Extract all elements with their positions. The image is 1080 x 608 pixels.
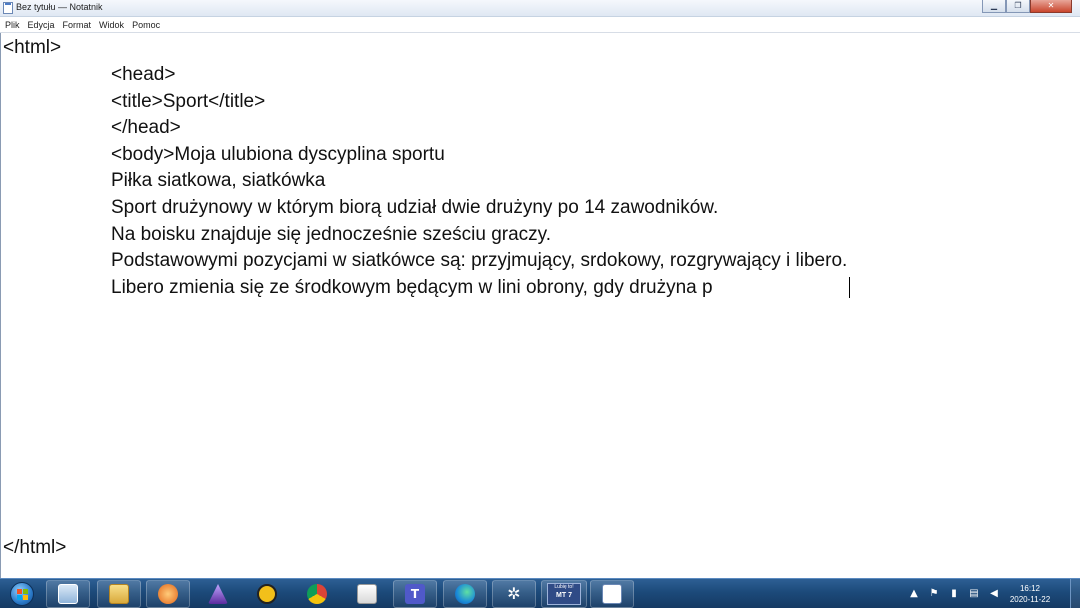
mt7-app-icon: Lubię to! MT 7 <box>547 583 581 605</box>
editor-line: Libero zmienia się ze środkowym będącym … <box>111 277 713 298</box>
system-tray: ▲ ⚑ ▮ ▤ ◀ 16:12 2020-11-22 <box>904 579 1080 608</box>
wizard-icon <box>208 584 228 604</box>
taskbar-triangle-button[interactable] <box>245 580 289 608</box>
minimize-button[interactable]: ▁ <box>982 0 1006 13</box>
network-icon[interactable]: ▤ <box>968 588 980 600</box>
battery-icon[interactable]: ▮ <box>948 588 960 600</box>
editor-line: <html> <box>3 37 62 58</box>
taskbar-snowflake-button[interactable]: ✲ <box>492 580 536 608</box>
menu-plik[interactable]: Plik <box>2 20 23 30</box>
maximize-button[interactable]: ❐ <box>1006 0 1030 13</box>
notepad-icon <box>602 584 622 604</box>
menu-widok[interactable]: Widok <box>96 20 127 30</box>
window-icon <box>58 584 78 604</box>
text-caret <box>849 277 850 298</box>
window-controls: ▁ ❐ ✕ <box>982 0 1072 14</box>
editor-line: <title>Sport</title> <box>111 91 266 112</box>
paint-icon <box>357 584 377 604</box>
window-title: Bez tytułu — Notatnik <box>16 2 103 12</box>
taskbar-wizard-button[interactable] <box>196 580 240 608</box>
editor-line: Na boisku znajduje się jednocześnie sześ… <box>111 224 552 245</box>
mt7-label: MT 7 <box>556 592 572 599</box>
close-button[interactable]: ✕ <box>1030 0 1072 13</box>
taskbar-chrome-button[interactable] <box>295 580 339 608</box>
editor-line: Piłka siatkowa, siatkówka <box>111 170 326 191</box>
taskbar: T ✲ Lubię to! MT 7 ▲ ⚑ ▮ ▤ ◀ 16:12 2020-… <box>0 578 1080 608</box>
taskbar-media-button[interactable] <box>146 580 190 608</box>
chrome-icon <box>307 584 327 604</box>
show-desktop-button[interactable] <box>1070 579 1080 608</box>
taskbar-mt7-button[interactable]: Lubię to! MT 7 <box>541 580 587 608</box>
taskbar-edge-button[interactable] <box>443 580 487 608</box>
snowflake-icon: ✲ <box>507 584 521 603</box>
edge-icon <box>455 584 475 604</box>
taskbar-explorer-button[interactable] <box>97 580 141 608</box>
windows-logo-icon <box>10 582 34 606</box>
volume-icon[interactable]: ◀ <box>988 588 1000 600</box>
editor-line: Sport drużynowy w którym biorą udział dw… <box>111 197 719 218</box>
mt7-top-label: Lubię to! <box>554 584 574 590</box>
editor-line: </head> <box>111 117 181 138</box>
menu-pomoc[interactable]: Pomoc <box>129 20 163 30</box>
title-bar: Bez tytułu — Notatnik ▁ ❐ ✕ <box>0 0 1080 17</box>
teams-icon: T <box>405 584 425 604</box>
editor-line: </html> <box>3 537 67 558</box>
menu-edycja[interactable]: Edycja <box>25 20 58 30</box>
taskbar-window-button[interactable] <box>46 580 90 608</box>
notepad-icon <box>3 2 13 14</box>
show-hidden-icons-icon[interactable]: ▲ <box>908 588 920 600</box>
editor-line: Podstawowymi pozycjami w siatkówce są: p… <box>111 250 848 271</box>
media-player-icon <box>158 584 178 604</box>
clock-time: 16:12 <box>1019 584 1041 593</box>
menu-bar: Plik Edycja Format Widok Pomoc <box>0 17 1080 33</box>
taskbar-paint-button[interactable] <box>345 580 389 608</box>
clock[interactable]: 16:12 2020-11-22 <box>1004 583 1056 605</box>
clock-date: 2020-11-22 <box>1009 595 1051 604</box>
editor-line: <head> <box>111 64 176 85</box>
taskbar-notepad-button[interactable] <box>590 580 634 608</box>
editor-line: <body>Moja ulubiona dyscyplina sportu <box>111 144 445 165</box>
triangle-logo-icon <box>257 584 277 604</box>
folder-icon <box>109 584 129 604</box>
flag-icon[interactable]: ⚑ <box>928 588 940 600</box>
taskbar-teams-button[interactable]: T <box>393 580 437 608</box>
start-button[interactable] <box>2 580 42 608</box>
text-editor-area[interactable]: <html> <head> <title>Sport</title> </hea… <box>0 33 1080 578</box>
menu-format[interactable]: Format <box>60 20 95 30</box>
